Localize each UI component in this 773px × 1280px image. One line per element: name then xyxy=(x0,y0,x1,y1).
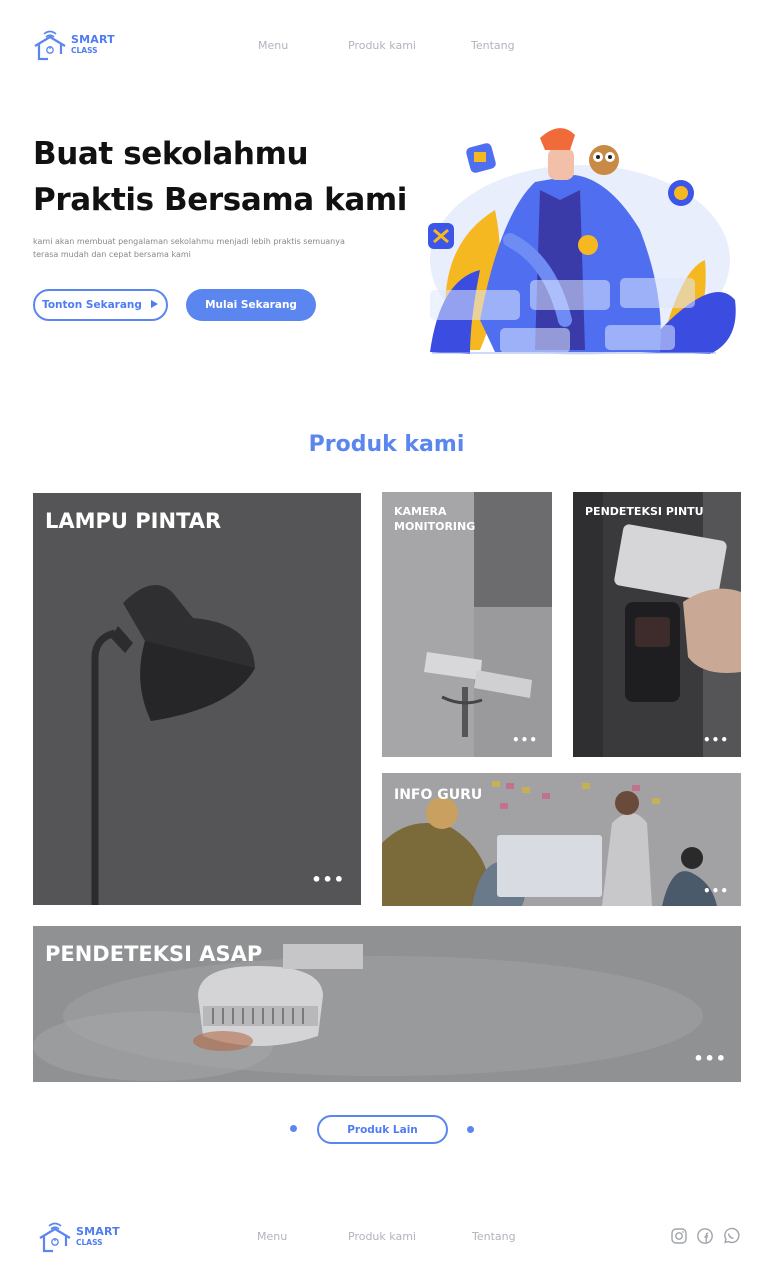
card-label: KAMERA MONITORING xyxy=(394,505,476,534)
more-options-icon[interactable]: ••• xyxy=(311,870,345,889)
start-now-label: Mulai Sekarang xyxy=(205,299,297,311)
footer-nav-about[interactable]: Tentang xyxy=(472,1230,516,1243)
brand-logo[interactable]: SMART CLASS xyxy=(33,26,115,62)
brand-sub: CLASS xyxy=(76,1237,103,1247)
card-label: LAMPU PINTAR xyxy=(45,509,222,533)
social-links xyxy=(670,1227,740,1245)
nav-about[interactable]: Tentang xyxy=(471,39,515,52)
door-sensor-image xyxy=(573,492,741,757)
footer-nav-menu[interactable]: Menu xyxy=(257,1230,287,1243)
pager-dot-left[interactable] xyxy=(290,1125,297,1132)
nav-products[interactable]: Produk kami xyxy=(348,39,428,52)
card-label: PENDETEKSI ASAP xyxy=(45,942,263,966)
card-label: INFO GURU xyxy=(394,787,483,803)
whatsapp-icon[interactable] xyxy=(722,1227,740,1245)
start-now-button[interactable]: Mulai Sekarang xyxy=(186,289,316,321)
house-wifi-icon xyxy=(33,26,67,62)
more-options-icon[interactable]: ••• xyxy=(703,884,729,898)
pager-dot-right[interactable] xyxy=(467,1126,474,1133)
facebook-icon[interactable] xyxy=(696,1227,714,1245)
product-card-teacher-info[interactable]: INFO GURU ••• xyxy=(382,773,741,906)
hero-illustration xyxy=(410,120,745,360)
brand-sub: CLASS xyxy=(71,45,98,55)
lamp-image xyxy=(33,493,361,905)
footer-nav-products[interactable]: Produk kami xyxy=(348,1230,428,1243)
more-options-icon[interactable]: ••• xyxy=(693,1049,727,1068)
watch-now-button[interactable]: Tonton Sekarang xyxy=(33,289,168,321)
more-options-icon[interactable]: ••• xyxy=(512,733,538,747)
brand-name: SMART xyxy=(71,32,115,46)
hero-subtitle: kami akan membuat pengalaman sekolahmu m… xyxy=(33,237,345,259)
product-card-camera[interactable]: KAMERA MONITORING ••• xyxy=(382,492,552,757)
play-icon xyxy=(150,299,159,312)
product-card-smoke-detector[interactable]: PENDETEKSI ASAP ••• xyxy=(33,926,741,1082)
house-wifi-icon xyxy=(38,1218,72,1254)
card-label: PENDETEKSI PINTU xyxy=(585,505,704,518)
product-card-smart-lamp[interactable]: LAMPU PINTAR ••• xyxy=(33,493,361,905)
instagram-icon[interactable] xyxy=(670,1227,688,1245)
other-products-button[interactable]: Produk Lain xyxy=(317,1115,448,1144)
hero-title: Buat sekolahmu Praktis Bersama kami xyxy=(33,136,408,218)
brand-name: SMART xyxy=(76,1224,120,1238)
more-options-icon[interactable]: ••• xyxy=(703,733,729,747)
product-card-door-sensor[interactable]: PENDETEKSI PINTU ••• xyxy=(573,492,741,757)
footer-brand-logo[interactable]: SMART CLASS xyxy=(38,1218,120,1254)
watch-now-label: Tonton Sekarang xyxy=(42,299,142,311)
products-title: Produk kami xyxy=(308,432,465,457)
nav-menu[interactable]: Menu xyxy=(258,39,288,52)
